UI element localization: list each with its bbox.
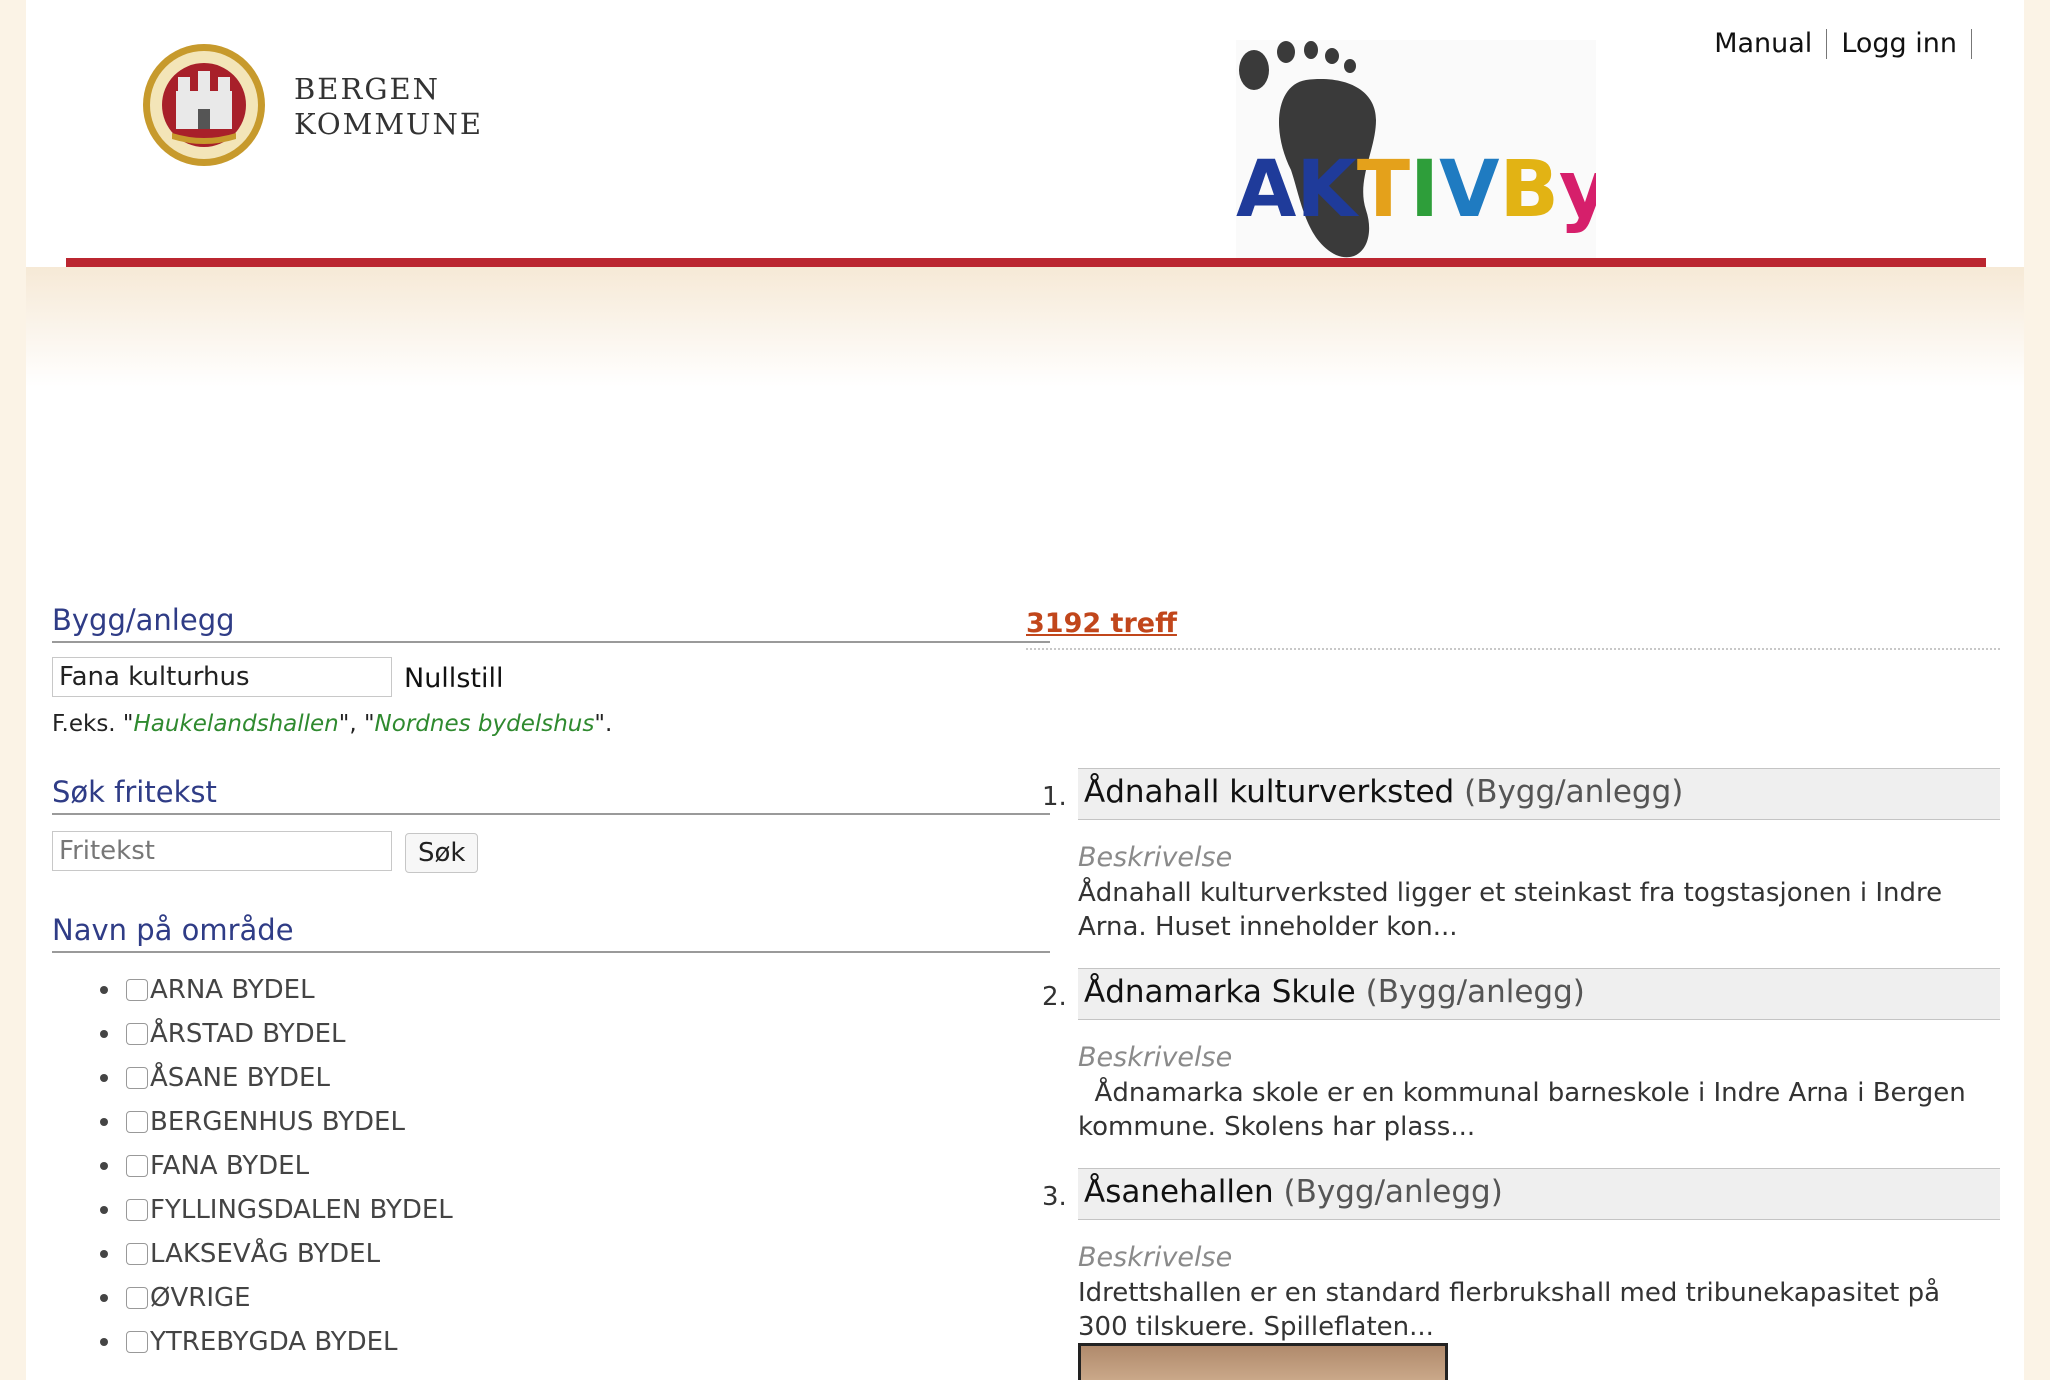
area-item: ÅSANE BYDEL [52, 1056, 453, 1100]
area-checkbox-ytrebygda[interactable] [126, 1331, 148, 1353]
area-checkbox-fana[interactable] [126, 1155, 148, 1177]
area-item: ÅRSTAD BYDEL [52, 1012, 453, 1056]
area-checkbox-laksevag[interactable] [126, 1243, 148, 1265]
area-checkbox-bergenhus[interactable] [126, 1111, 148, 1133]
area-label: ÅRSTAD BYDEL [150, 1019, 346, 1049]
brand-name-line1: BERGEN [294, 72, 441, 106]
bullet-icon [100, 1030, 108, 1038]
area-label: LAKSEVÅG BYDEL [150, 1239, 381, 1269]
area-item: FYLLINGSDALEN BYDEL [52, 1188, 453, 1232]
login-link[interactable]: Logg inn [1841, 28, 1957, 59]
aktivby-logo[interactable]: AKTIVBy [1236, 40, 1596, 258]
bygg-anlegg-input[interactable] [52, 657, 392, 697]
result-title-bar[interactable]: Åsanehallen (Bygg/anlegg) [1078, 1168, 2000, 1220]
bullet-icon [100, 1118, 108, 1126]
bygg-anlegg-heading: Bygg/anlegg [52, 603, 1050, 643]
area-label: ØVRIGE [150, 1283, 251, 1313]
result-thumbnail-image[interactable] [1078, 1343, 1448, 1380]
example-haukelandshallen-link[interactable]: Haukelandshallen [134, 711, 339, 737]
result-title-link[interactable]: Åsanehallen [1084, 1174, 1274, 1210]
example-separator: ", " [338, 711, 375, 737]
result-title-link[interactable]: Ådnamarka Skule [1084, 974, 1356, 1010]
area-item: ØVRIGE [52, 1276, 453, 1320]
result-type: (Bygg/anlegg) [1283, 1174, 1503, 1210]
area-label: ÅSANE BYDEL [150, 1063, 330, 1093]
sok-fritekst-heading: Søk fritekst [52, 775, 1050, 815]
area-item: LAKSEVÅG BYDEL [52, 1232, 453, 1276]
result-number: 3. [1042, 1182, 1067, 1212]
area-label: ARNA BYDEL [150, 975, 315, 1005]
navn-pa-omrade-heading: Navn på område [52, 913, 1050, 953]
area-item: FANA BYDEL [52, 1144, 453, 1188]
result-description-label: Beskrivelse [1078, 842, 1233, 873]
fritekst-search-input[interactable] [52, 831, 392, 871]
bullet-icon [100, 1206, 108, 1214]
bullet-icon [100, 1250, 108, 1258]
area-label: FANA BYDEL [150, 1151, 310, 1181]
result-type: (Bygg/anlegg) [1464, 774, 1684, 810]
result-description-label: Beskrivelse [1078, 1042, 1233, 1073]
result-count-link[interactable]: 3192 treff [1026, 608, 1177, 639]
bullet-icon [100, 1294, 108, 1302]
result-title-link[interactable]: Ådnahall kulturverksted [1084, 774, 1454, 810]
area-label: FYLLINGSDALEN BYDEL [150, 1195, 453, 1225]
result-count-divider [1026, 648, 2000, 650]
area-checkbox-asane[interactable] [126, 1067, 148, 1089]
top-navigation: Manual Logg inn [1714, 28, 1986, 59]
area-item: BERGENHUS BYDEL [52, 1100, 453, 1144]
page: BERGEN KOMMUNE AKTIVBy Manual Logg inn B… [26, 0, 2024, 1380]
area-item: ARNA BYDEL [52, 968, 453, 1012]
area-label: BERGENHUS BYDEL [150, 1107, 405, 1137]
example-nordnes-link[interactable]: Nordnes bydelshus [375, 711, 595, 737]
result-description-label: Beskrivelse [1078, 1242, 1233, 1273]
nav-separator [1826, 28, 1828, 59]
header-divider-bar [66, 258, 1986, 267]
bullet-icon [100, 1338, 108, 1346]
area-checkbox-fyllingsdalen[interactable] [126, 1199, 148, 1221]
result-number: 2. [1042, 982, 1067, 1012]
result-title-bar[interactable]: Ådnahall kulturverksted (Bygg/anlegg) [1078, 768, 2000, 820]
bullet-icon [100, 1074, 108, 1082]
result-description: Idrettshallen er en standard flerbruksha… [1078, 1278, 1941, 1342]
result-type: (Bygg/anlegg) [1365, 974, 1585, 1010]
area-checkbox-arna[interactable] [126, 979, 148, 1001]
result-title-bar[interactable]: Ådnamarka Skule (Bygg/anlegg) [1078, 968, 2000, 1020]
result-description: Ådnamarka skole er en kommunal barneskol… [1078, 1078, 1975, 1142]
example-suffix: ". [594, 711, 613, 737]
area-item: YTREBYGDA BYDEL [52, 1320, 453, 1364]
area-checkbox-list: ARNA BYDEL ÅRSTAD BYDEL ÅSANE BYDEL BERG… [52, 968, 453, 1364]
header-gradient-band [26, 267, 2024, 387]
nav-separator [1971, 28, 1972, 59]
bullet-icon [100, 1162, 108, 1170]
header: BERGEN KOMMUNE AKTIVBy Manual Logg inn [26, 0, 2024, 258]
manual-link[interactable]: Manual [1714, 28, 1812, 59]
nullstill-button[interactable]: Nullstill [404, 663, 503, 694]
result-description: Ådnahall kulturverksted ligger et steink… [1078, 878, 1943, 942]
result-number: 1. [1042, 782, 1067, 812]
bergen-seal-logo[interactable] [142, 43, 266, 167]
logo-text: AKTIVBy [1236, 145, 1596, 235]
area-label: YTREBYGDA BYDEL [150, 1327, 398, 1357]
area-checkbox-ovrige[interactable] [126, 1287, 148, 1309]
example-hint: F.eks. "Haukelandshallen", "Nordnes byde… [52, 711, 612, 737]
bullet-icon [100, 986, 108, 994]
example-prefix: F.eks. " [52, 711, 134, 737]
brand-name-line2: KOMMUNE [294, 107, 484, 141]
search-button[interactable]: Søk [405, 833, 479, 873]
area-checkbox-arstad[interactable] [126, 1023, 148, 1045]
